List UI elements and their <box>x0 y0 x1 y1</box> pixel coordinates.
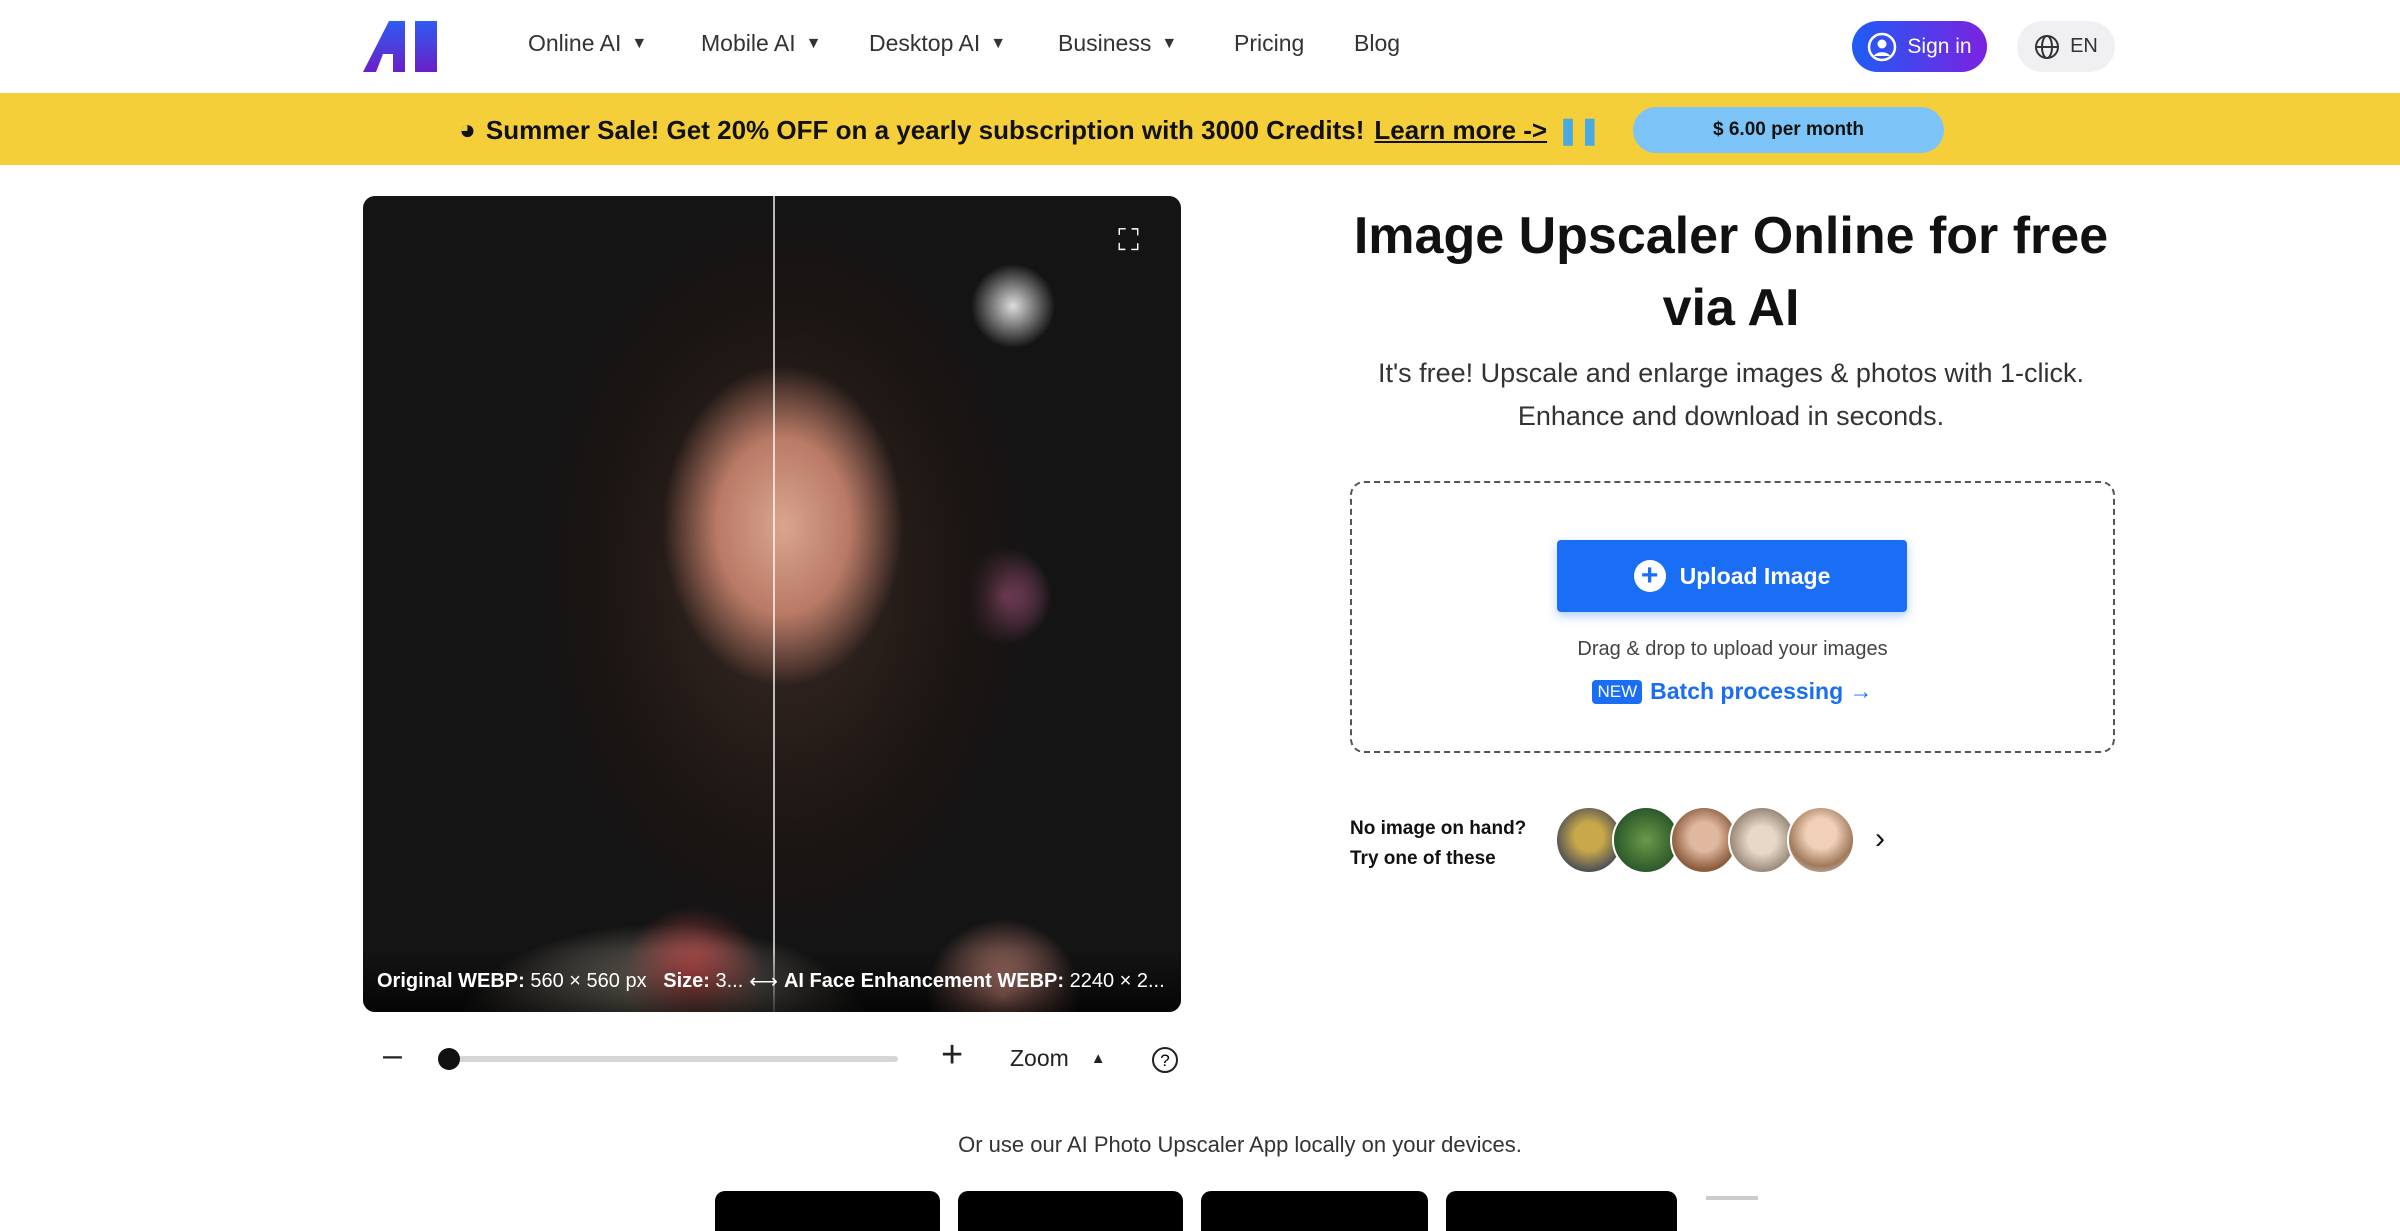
batch-label: Batch processing → <box>1650 678 1873 704</box>
nav-desktop-ai[interactable]: Desktop AI ▼ <box>869 30 1006 57</box>
zoom-menu[interactable]: Zoom ▲ <box>1010 1045 1106 1072</box>
page-subtitle: It's free! Upscale and enlarge images & … <box>1281 352 2181 438</box>
nav-mobile-ai[interactable]: Mobile AI ▼ <box>701 30 821 57</box>
windows-download-button[interactable] <box>1201 1191 1428 1231</box>
caret-down-icon: ▼ <box>1161 34 1178 52</box>
compare-divider-handle[interactable] <box>773 196 775 1012</box>
sample-hint-line: No image on hand? <box>1350 818 1527 839</box>
zoom-controls: – + Zoom ▲ ? <box>363 1034 1183 1078</box>
size-value: 3... <box>715 969 744 992</box>
flip-flops-icon: ❚❚ <box>1557 114 1601 145</box>
caret-down-icon: ▼ <box>990 34 1007 52</box>
price-button[interactable]: $ 6.00 per month <box>1633 107 1944 153</box>
nav-label: Mobile AI <box>701 30 796 56</box>
zoom-label: Zoom <box>1010 1045 1069 1071</box>
drag-drop-hint: Drag & drop to upload your images <box>1577 638 1888 660</box>
zoom-slider-handle[interactable] <box>438 1048 460 1070</box>
enhanced-label: AI Face Enhancement WEBP: <box>783 969 1065 992</box>
svg-text:?: ? <box>1160 1051 1169 1070</box>
nav-label: Online AI <box>528 30 622 56</box>
nav-label: Desktop AI <box>869 30 981 56</box>
batch-processing-link[interactable]: NEW Batch processing → <box>1350 678 2115 705</box>
sign-in-label: Sign in <box>1907 34 1972 58</box>
image-info-bar: Original WEBP: 560 × 560 px Size: 3... ⟷… <box>363 950 1181 1012</box>
promo-text: ◕ Summer Sale! Get 20% OFF on a yearly s… <box>459 114 1601 146</box>
sign-in-button[interactable]: Sign in <box>1852 21 1987 72</box>
enhanced-dimensions: 2240 × 2... <box>1069 969 1165 992</box>
caret-down-icon: ▼ <box>631 34 648 52</box>
plus-circle-icon: + <box>1633 560 1666 592</box>
subtitle-line: It's free! Upscale and enlarge images & … <box>1378 358 2084 388</box>
caret-up-icon: ▲ <box>1090 1050 1106 1067</box>
globe-icon <box>2035 34 2060 59</box>
language-label: EN <box>2070 35 2098 57</box>
more-platforms-icon[interactable] <box>1706 1196 1758 1200</box>
logo[interactable] <box>363 21 439 72</box>
user-icon <box>1868 32 1897 61</box>
nav-label: Blog <box>1354 30 1401 56</box>
beach-ball-icon: ◕ <box>459 114 476 145</box>
sample-hint-line: Try one of these <box>1350 848 1496 869</box>
language-selector[interactable]: EN <box>2017 21 2115 72</box>
nav-pricing[interactable]: Pricing <box>1234 30 1304 57</box>
upload-label: Upload Image <box>1679 562 1831 589</box>
drag-arrows-icon: ⟷ <box>749 970 778 993</box>
zoom-out-button[interactable]: – <box>383 1036 402 1075</box>
learn-more-link[interactable]: Learn more -> <box>1374 115 1547 146</box>
sample-thumbnail-woman[interactable] <box>1787 806 1855 874</box>
page-title: Image Upscaler Online for free via AI <box>1353 207 2109 337</box>
nav-blog[interactable]: Blog <box>1354 30 1400 57</box>
nav-online-ai[interactable]: Online AI ▼ <box>528 30 647 57</box>
promo-message: Summer Sale! Get 20% OFF on a yearly sub… <box>485 114 1365 145</box>
sample-thumbnail-family[interactable] <box>1728 806 1796 874</box>
new-badge: NEW <box>1592 679 1643 704</box>
mac-download-button[interactable] <box>1446 1191 1677 1231</box>
original-label: Original WEBP: <box>377 969 525 992</box>
size-label: Size: <box>663 969 710 992</box>
zoom-slider[interactable] <box>448 1056 898 1062</box>
caret-down-icon: ▼ <box>805 34 822 52</box>
before-after-viewer[interactable]: ⛶ Original WEBP: 560 × 560 px Size: 3...… <box>363 196 1181 1012</box>
google-play-button[interactable] <box>958 1191 1183 1231</box>
fullscreen-icon[interactable]: ⛶ <box>1118 224 1139 258</box>
sample-hint: No image on hand? Try one of these <box>1350 814 1526 874</box>
upload-dropzone[interactable] <box>1350 481 2115 753</box>
zoom-in-button[interactable]: + <box>941 1034 963 1077</box>
original-dimensions: 560 × 560 px <box>530 969 647 992</box>
nav-label: Business <box>1058 30 1152 56</box>
app-promo-text: Or use our AI Photo Upscaler App locally… <box>958 1132 1522 1157</box>
app-store-button[interactable] <box>715 1191 940 1231</box>
subtitle-line: Enhance and download in seconds. <box>1517 401 1945 431</box>
chevron-right-icon[interactable]: › <box>1875 822 1885 856</box>
help-icon[interactable]: ? <box>1151 1046 1179 1074</box>
upload-image-button[interactable]: + Upload Image <box>1557 540 1907 612</box>
nav-business[interactable]: Business ▼ <box>1058 30 1177 57</box>
nav-label: Pricing <box>1234 30 1305 56</box>
